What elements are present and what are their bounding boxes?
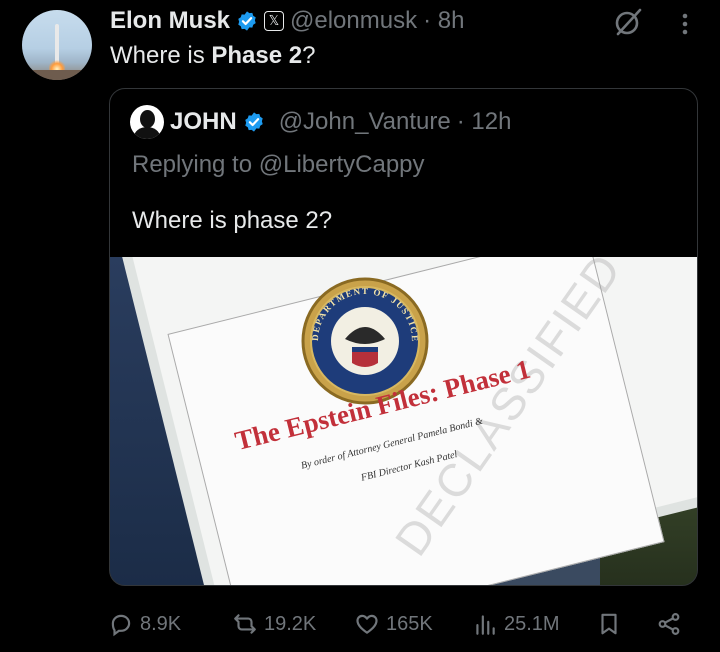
heart-icon	[356, 614, 378, 634]
tweet-header: Elon Musk 𝕏 @elonmusk · 8h	[110, 4, 464, 38]
share-button[interactable]	[656, 602, 682, 646]
bookmark-icon	[601, 613, 617, 635]
share-icon	[658, 613, 680, 635]
quoted-tweet-text: Where is phase 2?	[132, 207, 333, 234]
tweet-text-prefix: Where is	[110, 42, 212, 69]
author-avatar[interactable]	[22, 10, 92, 80]
quoted-tweet[interactable]: JOHN @John_Vanture · 12h Replying to @Li…	[109, 88, 698, 586]
reply-button[interactable]: 8.9K	[108, 602, 181, 646]
author-handle[interactable]: @elonmusk	[290, 7, 417, 35]
quoted-author-avatar[interactable]	[130, 105, 164, 139]
avatar-head-silhouette	[140, 110, 155, 128]
quoted-tweet-image[interactable]: DECLASSIFIED DEPARTMENT OF JUSTICE The E…	[110, 257, 697, 585]
repost-button[interactable]: 19.2K	[232, 602, 316, 646]
x-affiliation-icon[interactable]: 𝕏	[264, 11, 285, 31]
grok-icon[interactable]	[612, 6, 644, 38]
views-icon	[476, 615, 495, 635]
avatar-body-silhouette	[134, 127, 160, 139]
quoted-tweet-header: JOHN @John_Vanture · 12h	[130, 105, 511, 139]
action-bar: 8.9K 19.2K 165K 25.1M	[0, 602, 720, 646]
tweet-text-bold: Phase 2	[211, 42, 303, 69]
verified-badge-icon[interactable]	[236, 10, 258, 32]
repost-icon	[234, 614, 256, 634]
views-button[interactable]: 25.1M	[472, 602, 560, 646]
tweet-text-suffix: ?	[302, 42, 316, 69]
avatar-ground	[22, 70, 92, 80]
quoted-tweet-time[interactable]: · 12h	[457, 108, 512, 136]
tweet-time[interactable]: · 8h	[423, 7, 464, 35]
repost-count: 19.2K	[264, 612, 317, 635]
reply-count: 8.9K	[140, 612, 182, 635]
quoted-author-name[interactable]: JOHN	[170, 108, 237, 136]
verified-badge-icon[interactable]	[243, 111, 265, 133]
more-options-icon[interactable]	[677, 10, 693, 38]
like-button[interactable]: 165K	[354, 602, 433, 646]
view-count: 25.1M	[504, 612, 560, 635]
reply-icon	[111, 614, 131, 637]
tweet-text: Where is Phase 2?	[110, 42, 315, 70]
bookmark-button[interactable]	[596, 602, 622, 646]
like-count: 165K	[386, 612, 433, 635]
author-name[interactable]: Elon Musk	[110, 7, 230, 35]
quoted-author-handle[interactable]: @John_Vanture	[279, 108, 451, 136]
replying-to-text[interactable]: Replying to @LibertyCappy	[132, 151, 425, 179]
